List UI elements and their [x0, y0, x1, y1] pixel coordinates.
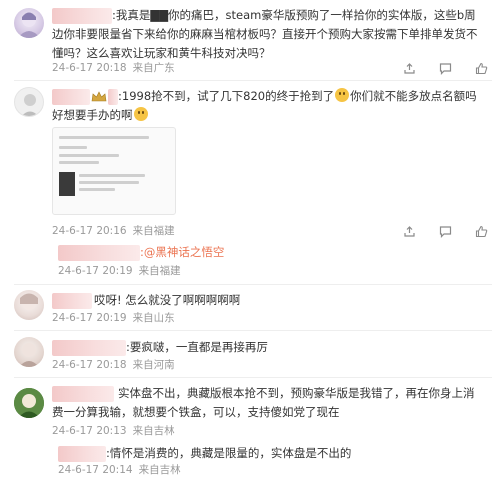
comment-location: 来自福建: [132, 225, 175, 237]
comment-actions: [402, 61, 488, 75]
attached-image[interactable]: [52, 127, 176, 215]
image-content-line: [59, 161, 99, 164]
comment-date: 24-6-17 20:13: [52, 425, 127, 437]
image-content-line: [79, 181, 139, 184]
comment-text: :1998抢不到，试了几下820的终于抢到了 你们就不能多放点名额吗 好想要手办的…: [52, 87, 487, 125]
reply-location: 来自吉林: [138, 464, 181, 476]
reply-text: :情怀是消费的，典藏是限量的，实体盘是不出的: [106, 446, 352, 460]
divider: [14, 377, 492, 378]
comment-location: 来自吉林: [132, 425, 175, 437]
divider: [14, 284, 492, 285]
like-icon[interactable]: [474, 61, 488, 75]
avatar-image: [19, 343, 39, 367]
username[interactable]: [58, 446, 106, 462]
avatar[interactable]: [14, 290, 44, 320]
reply-location: 来自福建: [138, 265, 181, 277]
comment-date: 24-6-17 20:18: [52, 62, 127, 74]
avatar-image: [21, 94, 39, 116]
comment-actions: [402, 224, 488, 238]
divider: [14, 330, 492, 331]
comment-meta: 24-6-17 20:13 来自吉林: [52, 424, 175, 438]
comment-location: 来自广东: [132, 62, 175, 74]
reply-date: 24-6-17 20:19: [58, 265, 133, 277]
username[interactable]: [52, 340, 126, 356]
image-content-line: [79, 174, 145, 177]
comment-date: 24-6-17 20:18: [52, 359, 127, 371]
comment-meta: 24-6-17 20:18 来自河南: [52, 358, 175, 372]
avatar[interactable]: [14, 8, 44, 38]
avatar-image: [14, 388, 44, 418]
comment-icon[interactable]: [438, 224, 452, 238]
avatar[interactable]: [14, 87, 44, 117]
comment-date: 24-6-17 20:19: [52, 312, 127, 324]
image-content-line: [79, 188, 115, 191]
avatar[interactable]: [14, 337, 44, 367]
image-content-line: [59, 154, 119, 157]
comment-location: 来自山东: [132, 312, 175, 324]
share-icon[interactable]: [402, 61, 416, 75]
username[interactable]: [52, 293, 92, 309]
comment-text-part: :1998抢不到，试了几下820的终于抢到了: [118, 89, 335, 103]
username[interactable]: [58, 245, 140, 261]
comment-date: 24-6-17 20:16: [52, 225, 127, 237]
share-icon[interactable]: [402, 224, 416, 238]
image-content-line: [59, 136, 149, 139]
comment-location: 来自河南: [132, 359, 175, 371]
emoji-icon: [133, 107, 148, 121]
comment-text: 实体盘不出，典藏版根本抢不到，预购豪华版是我错了，再在你身上消费一分算我输，就想…: [52, 386, 475, 419]
reply-meta: 24-6-17 20:14 来自吉林: [58, 463, 181, 477]
comment-meta: 24-6-17 20:19 来自山东: [52, 311, 175, 325]
emoji-icon: [335, 88, 350, 102]
comment-meta: 24-6-17 20:18 来自广东: [52, 61, 175, 75]
avatar-image: [18, 12, 40, 38]
comment-text: :我真是▇▇你的痛巴，steam豪华版预购了一样拾你的实体版，这些b周边你非要限…: [52, 8, 478, 60]
avatar-image: [20, 293, 38, 310]
mention-link[interactable]: :@黑神话之悟空: [140, 245, 224, 259]
reply-text: :@黑神话之悟空: [140, 243, 224, 262]
comment-text: 哎呀! 怎么就没了啊啊啊啊啊: [94, 293, 241, 307]
reply-date: 24-6-17 20:14: [58, 464, 133, 476]
divider: [14, 80, 492, 81]
comment-text: :要疯啵，一直都是再接再厉: [126, 340, 268, 354]
reply-meta: 24-6-17 20:19 来自福建: [58, 264, 181, 278]
comment-meta: 24-6-17 20:16 来自福建: [52, 224, 175, 238]
like-icon[interactable]: [474, 224, 488, 238]
comment-icon[interactable]: [438, 61, 452, 75]
image-content-thumbnail: [59, 172, 75, 196]
image-content-line: [59, 146, 87, 149]
avatar[interactable]: [14, 388, 44, 418]
